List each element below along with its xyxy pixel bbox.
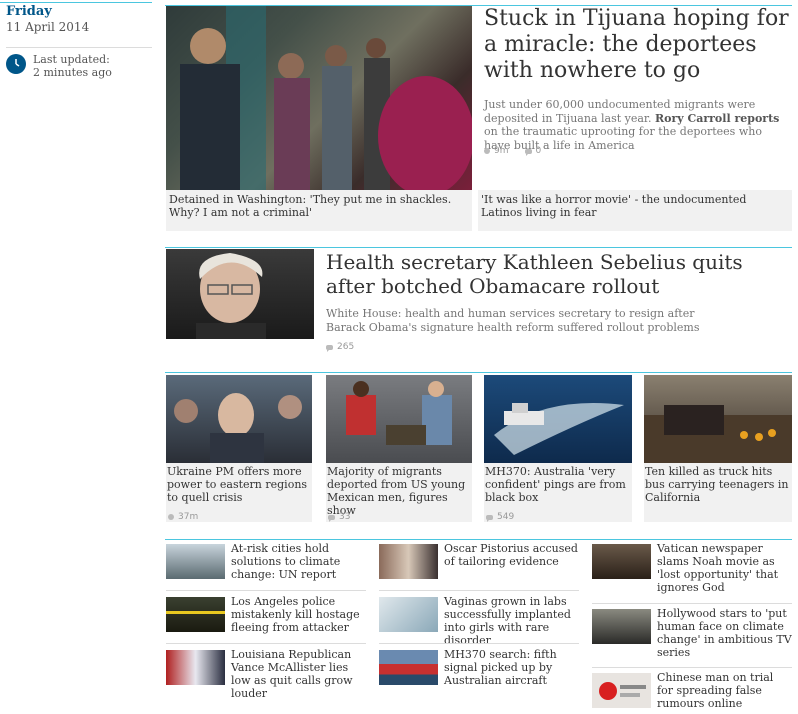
comments-icon	[486, 514, 493, 522]
cards-rule	[165, 372, 792, 373]
date-day: Friday	[6, 4, 52, 19]
card-2-image[interactable]	[326, 375, 472, 463]
second-headline[interactable]: Health secretary Kathleen Sebelius quits…	[326, 250, 766, 298]
list-3-1-image[interactable]	[592, 544, 651, 579]
lead-sublink-2[interactable]: 'It was like a horror movie' - the undoc…	[478, 190, 792, 231]
list-3-3-image[interactable]	[592, 673, 651, 708]
last-updated-value: 2 minutes ago	[33, 66, 112, 79]
list-1-1-title[interactable]: At-risk cities hold solutions to climate…	[231, 542, 366, 581]
card-1-time: 37m	[178, 512, 199, 522]
lead-standfirst: Just under 60,000 undocumented migrants …	[484, 98, 784, 152]
last-updated-label: Last updated:	[33, 53, 110, 66]
second-comments[interactable]: 265	[337, 342, 354, 352]
list-divider	[166, 643, 366, 644]
lead-time: 9m	[494, 146, 509, 156]
list-rule	[165, 539, 792, 540]
lead-meta: 9m 0	[484, 146, 541, 156]
clock-small-icon	[168, 514, 174, 520]
card-4-title[interactable]: Ten killed as truck hits bus carrying te…	[644, 463, 792, 522]
list-1-3-image[interactable]	[166, 650, 225, 685]
date-rule	[0, 2, 152, 3]
list-1-2-title[interactable]: Los Angeles police mistakenly kill hosta…	[231, 595, 366, 634]
comments-icon	[524, 148, 532, 156]
list-1-3-title[interactable]: Louisiana Republican Vance McAllister li…	[231, 648, 366, 700]
lead-byline-link[interactable]: Rory Carroll reports	[655, 112, 779, 125]
card-2-meta: 33	[328, 512, 350, 522]
list-2-2-title[interactable]: Vaginas grown in labs successfully impla…	[444, 595, 579, 647]
list-divider	[592, 667, 792, 668]
list-1-1-image[interactable]	[166, 544, 225, 579]
list-divider	[166, 590, 366, 591]
card-1-image[interactable]	[166, 375, 312, 463]
list-2-3-title[interactable]: MH370 search: fifth signal picked up by …	[444, 648, 579, 687]
lead-image[interactable]	[166, 6, 472, 190]
card-1-meta: 37m	[168, 512, 198, 522]
list-2-2-image[interactable]	[379, 597, 438, 632]
second-meta: 265	[326, 342, 354, 352]
date-full: 11 April 2014	[6, 20, 90, 34]
date-divider	[6, 47, 152, 48]
card-3-comments[interactable]: 549	[497, 512, 514, 522]
list-divider	[379, 643, 579, 644]
list-divider	[379, 590, 579, 591]
card-3-image[interactable]	[484, 375, 632, 463]
list-3-2-image[interactable]	[592, 609, 651, 644]
list-2-1-image[interactable]	[379, 544, 438, 579]
second-rule	[165, 247, 792, 248]
list-2-3-image[interactable]	[379, 650, 438, 685]
second-standfirst: White House: health and human services s…	[326, 307, 700, 334]
list-3-1-title[interactable]: Vatican newspaper slams Noah movie as 'l…	[657, 542, 792, 594]
clock-small-icon	[484, 148, 490, 154]
list-1-2-image[interactable]	[166, 597, 225, 632]
card-3-meta: 549	[486, 512, 514, 522]
comments-icon	[328, 514, 335, 522]
lead-comments[interactable]: 0	[536, 146, 542, 156]
card-2-comments[interactable]: 33	[339, 512, 350, 522]
list-3-2-title[interactable]: Hollywood stars to 'put human face on cl…	[657, 607, 792, 659]
list-divider	[592, 603, 792, 604]
card-4-image[interactable]	[644, 375, 792, 463]
list-2-1-title[interactable]: Oscar Pistorius accused of tailoring evi…	[444, 542, 579, 568]
comments-icon	[326, 344, 333, 352]
second-image[interactable]	[166, 249, 314, 339]
lead-headline[interactable]: Stuck in Tijuana hoping for a miracle: t…	[484, 6, 789, 84]
lead-sublink-1[interactable]: Detained in Washington: 'They put me in …	[166, 190, 472, 231]
list-3-3-title[interactable]: Chinese man on trial for spreading false…	[657, 671, 792, 710]
clock-icon	[6, 54, 26, 74]
